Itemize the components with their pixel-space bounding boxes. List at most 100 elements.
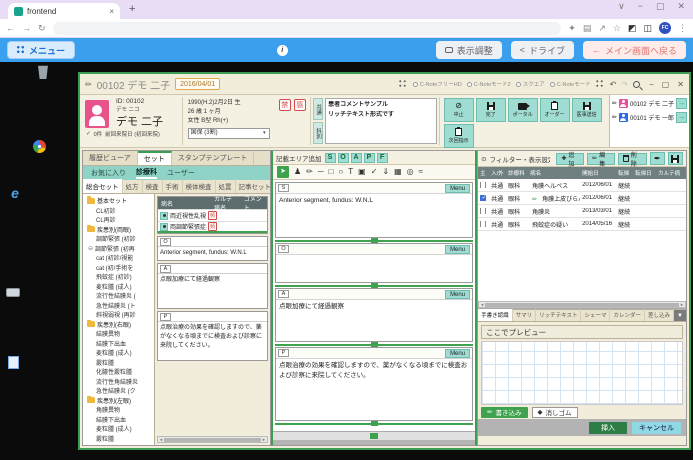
tree-item[interactable]: ⊖ 疾患別(右眼) bbox=[85, 320, 154, 330]
tree-item[interactable]: ⊖ 基本セット bbox=[85, 196, 154, 206]
note-mode-option-1[interactable]: C-NoteフリーHD bbox=[413, 80, 462, 88]
tree-item[interactable]: ⊖ CL再診 bbox=[85, 215, 154, 225]
set-category-tab[interactable]: お気に入り bbox=[91, 168, 126, 178]
browser-menu-icon[interactable]: ⋮ bbox=[678, 23, 687, 34]
section-splitter[interactable] bbox=[275, 283, 473, 288]
zoom-search-icon[interactable] bbox=[633, 81, 640, 88]
tree-item[interactable]: ⊖ 結膜下出血 bbox=[85, 339, 154, 349]
main-checkbox[interactable] bbox=[480, 195, 486, 201]
tree-item[interactable]: ⊖ 疾患別(左眼) bbox=[85, 396, 154, 406]
registry-horizontal-scrollbar[interactable]: ◄ ► bbox=[478, 301, 686, 308]
info-icon[interactable]: i bbox=[277, 45, 288, 56]
section-splitter[interactable] bbox=[275, 238, 473, 243]
set-type-tab[interactable]: 処置 bbox=[216, 179, 236, 193]
next-instruction-button[interactable]: 次回指示 bbox=[444, 124, 474, 148]
set-type-tab[interactable]: 総合セット bbox=[83, 179, 123, 193]
disease-set-row[interactable]: 両調節緊張症 頻 bbox=[158, 221, 267, 233]
section-splitter[interactable] bbox=[275, 342, 473, 347]
open-patient-button[interactable]: → bbox=[676, 98, 687, 109]
profile-avatar[interactable]: FC bbox=[659, 22, 671, 34]
left-panel-tab[interactable]: スタンプテンプレート bbox=[172, 151, 255, 165]
editor-tool-icon[interactable]: ○ bbox=[338, 167, 343, 177]
display-adjust-button[interactable]: 表示調整 bbox=[436, 41, 502, 59]
set-type-tab[interactable]: 記事セット bbox=[236, 179, 276, 193]
soap-section-text[interactable]: 点眼治療の効果を確認しますので、薬がなくなる頃までに検査および診察に来院してくだ… bbox=[276, 359, 472, 420]
editor-tool-icon[interactable]: ▦ bbox=[394, 167, 402, 177]
set-type-tab[interactable]: 検査 bbox=[143, 179, 163, 193]
tree-item[interactable]: ⊖ cat (初/手術を bbox=[85, 263, 154, 273]
tree-item[interactable]: ⊖ 霰粒腫 bbox=[85, 358, 154, 368]
soap-preview-box[interactable]: P 点眼治療の効果を確認しますので、薬がなくなる頃までに検査および診察に来院して… bbox=[157, 311, 268, 361]
scroll-right-icon[interactable]: ► bbox=[262, 437, 266, 442]
splitter-handle[interactable] bbox=[371, 421, 378, 426]
scrollbar-thumb[interactable] bbox=[164, 438, 261, 442]
back-to-main-button[interactable]: ← メイン画面へ戻る bbox=[583, 41, 686, 59]
extensions-puzzle-icon[interactable]: ◩ bbox=[628, 23, 637, 34]
patient-list-row[interactable]: ✏ 00101 デモ 一郎 → bbox=[612, 111, 687, 123]
translate-icon[interactable]: ▤ bbox=[583, 23, 592, 34]
registry-row[interactable]: 共通 眼科 ✏飛蚊症の疑い 2014/05/16 継続 bbox=[478, 218, 686, 231]
save-button[interactable] bbox=[668, 152, 683, 165]
tree-item[interactable]: ⊖ cat (初診/視能 bbox=[85, 253, 154, 263]
comment-box[interactable]: 患者コメントサンプル リッチテキスト形式です bbox=[325, 98, 436, 144]
scrollbar-thumb[interactable] bbox=[485, 303, 679, 307]
editor-tool-icon[interactable]: ▣ bbox=[358, 167, 366, 177]
back-icon[interactable]: ← bbox=[6, 23, 15, 33]
tree-item[interactable]: ⊖ 疾患別(両眼) bbox=[85, 225, 154, 235]
comment-tab[interactable]: 科別 bbox=[313, 122, 323, 144]
profile-caret-icon[interactable]: ∨ bbox=[618, 1, 625, 12]
open-patient-button[interactable]: → bbox=[676, 112, 687, 123]
soap-section-text[interactable] bbox=[276, 255, 472, 282]
input-mode-tab[interactable]: サマリ bbox=[513, 309, 537, 321]
main-checkbox[interactable] bbox=[480, 221, 486, 227]
note-mode-option-2[interactable]: C-Noteモード2 bbox=[467, 80, 511, 88]
maximize-button[interactable]: ▢ bbox=[656, 1, 665, 12]
add-area-chip[interactable]: S bbox=[325, 153, 336, 163]
tab-close-icon[interactable]: × bbox=[109, 7, 114, 16]
more-tabs-button[interactable]: ▼ bbox=[674, 310, 686, 321]
input-mode-tab[interactable]: カレンダー bbox=[610, 309, 645, 321]
edit-pencil-icon[interactable]: ✏ bbox=[612, 100, 617, 107]
browser-tab[interactable]: frontend × bbox=[8, 3, 120, 19]
editor-tool-icon[interactable]: ♟ bbox=[294, 167, 301, 177]
tree-item[interactable]: ⊖ 斜視弱視 (再診 bbox=[85, 310, 154, 320]
section-menu-button[interactable]: Menu bbox=[445, 245, 470, 254]
emr-close-button[interactable]: ✕ bbox=[677, 80, 684, 89]
share-icon[interactable]: ↗ bbox=[598, 23, 606, 34]
note-mode-option-3[interactable]: スクエア bbox=[516, 80, 545, 88]
editor-tool-icon[interactable]: ─ bbox=[318, 167, 324, 177]
editor-tool-icon[interactable]: ✏ bbox=[306, 167, 313, 177]
scrollbar-handle[interactable] bbox=[370, 433, 378, 439]
order-button[interactable]: オーダー bbox=[540, 98, 570, 122]
collapse-icon[interactable]: ⊙ bbox=[481, 155, 486, 163]
editor-tool-icon[interactable]: □ bbox=[329, 167, 334, 177]
recycle-bin-icon[interactable] bbox=[22, 64, 64, 79]
forward-icon[interactable]: → bbox=[22, 23, 31, 33]
eraser-button[interactable]: ◆消しゴム bbox=[532, 407, 578, 418]
section-splitter[interactable] bbox=[275, 421, 473, 426]
section-menu-button[interactable]: Menu bbox=[445, 349, 470, 358]
editor-tool-icon[interactable]: ✓ bbox=[371, 167, 378, 177]
registry-row[interactable]: 共通 眼科 ✏角膜上皮びらん 2012/06/01 継続 bbox=[478, 192, 686, 205]
edit-pencil-icon[interactable]: ✏ bbox=[612, 114, 617, 121]
splitter-handle[interactable] bbox=[371, 283, 378, 288]
emr-minimize-button[interactable]: − bbox=[649, 80, 654, 89]
add-area-chip[interactable]: A bbox=[351, 153, 362, 163]
alert-badge[interactable]: 禁 bbox=[279, 99, 291, 111]
soap-section[interactable]: S Menu Anterior segment, fundus: W.N.L bbox=[275, 182, 473, 238]
tree-item[interactable]: ⊖ 麦粒腫 (成人) bbox=[85, 348, 154, 358]
insert-button[interactable]: 挿入 bbox=[589, 422, 627, 434]
handwriting-canvas[interactable] bbox=[481, 341, 683, 405]
tree-item[interactable]: ⊖ 調節緊張 (初診 bbox=[85, 234, 154, 244]
key-icon[interactable]: ✦ bbox=[568, 23, 576, 34]
tree-item[interactable]: ⊖ 結膜下出血 bbox=[85, 415, 154, 425]
tree-item[interactable]: ⊖ 飛蚊症 (初診) bbox=[85, 272, 154, 282]
add-area-chip[interactable]: P bbox=[364, 153, 375, 163]
minimize-button[interactable]: − bbox=[638, 1, 643, 12]
cursor-tool-icon[interactable]: ➤ bbox=[277, 166, 289, 178]
tree-item[interactable]: ⊖ CL初診 bbox=[85, 206, 154, 216]
horizontal-scrollbar[interactable]: ◄ ► bbox=[157, 436, 268, 443]
add-area-chip[interactable]: F bbox=[377, 153, 388, 163]
soap-section-text[interactable]: Anterior segment, fundus: W.N.L bbox=[276, 194, 472, 237]
alert-badge[interactable]: 感 bbox=[294, 99, 306, 111]
